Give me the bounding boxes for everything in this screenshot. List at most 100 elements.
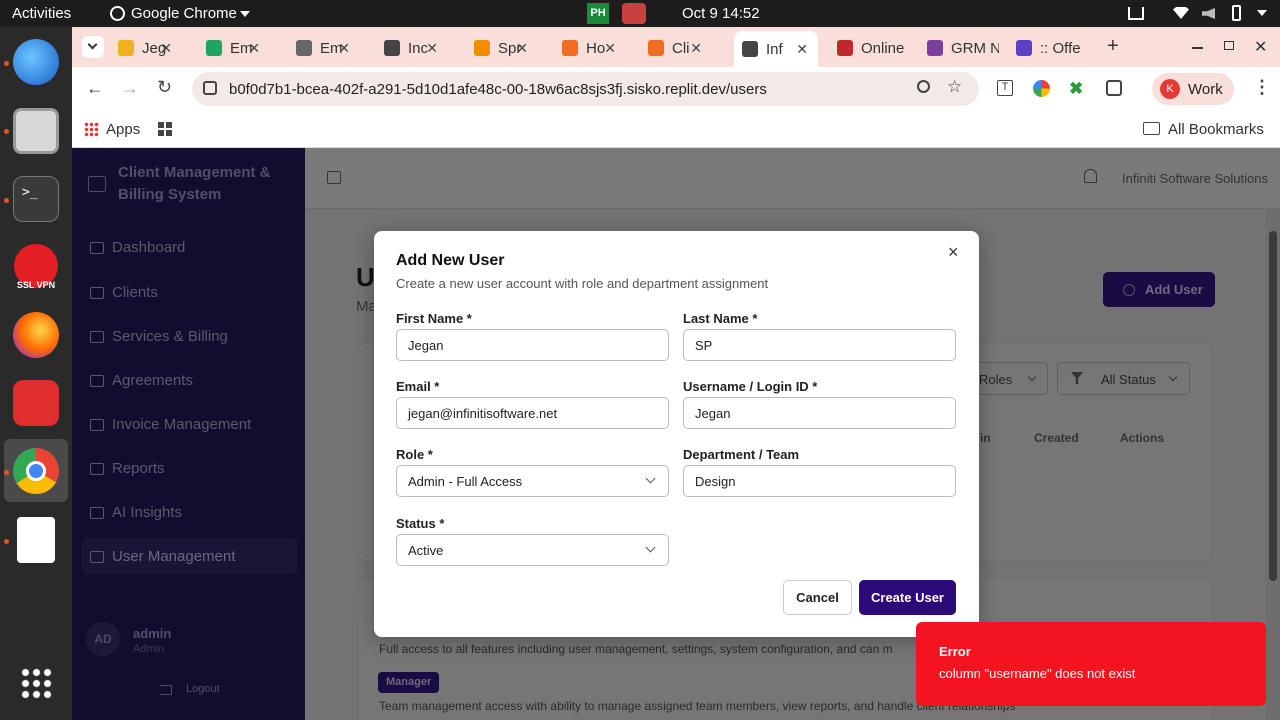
tab-favicon-icon xyxy=(837,40,853,56)
building-icon xyxy=(88,176,106,192)
dialog-title: Add New User xyxy=(396,252,505,269)
tab-7[interactable]: Inf ✕ xyxy=(734,31,818,67)
tools-extension-icon[interactable]: ✖ xyxy=(1069,79,1083,99)
color-extension-icon[interactable] xyxy=(1033,80,1050,97)
system-menu-caret-icon[interactable] xyxy=(1257,10,1267,16)
zoom-icon[interactable] xyxy=(917,80,930,93)
tab-6[interactable]: Cli ✕ xyxy=(640,33,712,63)
tab-search-button[interactable] xyxy=(82,36,104,58)
site-info-icon[interactable] xyxy=(203,81,217,95)
tab-label: Inf xyxy=(766,40,783,58)
sidebar-toggle-icon[interactable] xyxy=(327,171,341,184)
activities-button[interactable]: Activities xyxy=(12,5,71,22)
translate-extension-icon[interactable]: T xyxy=(997,80,1013,96)
pycharm-icon[interactable]: PH xyxy=(587,3,609,24)
toast-message: column "username" does not exist xyxy=(939,666,1136,681)
tray-indicator-icon[interactable] xyxy=(1128,7,1144,20)
folder-icon xyxy=(1143,122,1160,135)
volume-icon[interactable] xyxy=(1202,8,1215,19)
tab-favicon-icon xyxy=(742,41,758,57)
files-icon[interactable] xyxy=(13,108,59,154)
add-user-button[interactable]: Add User xyxy=(1103,272,1215,307)
reload-button[interactable]: ↻ xyxy=(157,77,172,98)
sidebar-item-user-management[interactable]: User Management xyxy=(90,548,235,565)
email-field[interactable]: jegan@infinitisoftware.net xyxy=(396,397,669,429)
sidebar-item-ai-insights[interactable]: AI Insights xyxy=(90,504,182,521)
app-title-line2: Billing System xyxy=(118,186,222,203)
tab-close-icon[interactable]: ✕ xyxy=(516,40,528,57)
username-input[interactable]: Jegan xyxy=(683,397,956,429)
rocketchat-icon[interactable] xyxy=(13,380,59,426)
tab-close-icon[interactable]: ✕ xyxy=(426,40,438,57)
text-editor-icon[interactable] xyxy=(17,517,55,563)
show-apps-icon[interactable] xyxy=(20,667,52,699)
forward-button[interactable]: → xyxy=(121,78,139,99)
address-bar[interactable]: b0f0d7b1-bcea-402f-a291-5d10d1afe48c-00-… xyxy=(192,72,979,106)
tab-groups-icon[interactable] xyxy=(158,122,172,136)
nav-icon xyxy=(90,330,104,343)
tab-9[interactable]: GRM N xyxy=(919,33,999,63)
new-tab-button[interactable]: + xyxy=(1107,35,1119,58)
tab-favicon-icon xyxy=(1016,40,1032,56)
terminal-icon[interactable]: >_ xyxy=(13,176,59,222)
logout-button[interactable]: Logout xyxy=(186,683,220,695)
tab-0[interactable]: Jeg ✕ xyxy=(110,33,182,63)
profile-chip[interactable]: K Work xyxy=(1152,73,1234,105)
close-icon[interactable]: × xyxy=(948,242,959,263)
sidebar-item-invoice-management[interactable]: Invoice Management xyxy=(90,416,251,433)
back-button[interactable]: ← xyxy=(86,78,104,99)
all-bookmarks-link[interactable]: All Bookmarks xyxy=(1168,121,1264,138)
bookmark-star-icon[interactable]: ☆ xyxy=(947,77,962,97)
firefox-icon[interactable] xyxy=(13,312,59,358)
tab-10[interactable]: :: Offe xyxy=(1008,33,1088,63)
tab-8[interactable]: Online xyxy=(829,33,909,63)
add-user-dialog: Add New User Create a new user account w… xyxy=(374,231,979,637)
status-filter[interactable]: All Status xyxy=(1057,362,1190,395)
chrome-dock-icon[interactable] xyxy=(13,448,59,494)
tab-close-icon[interactable]: ✕ xyxy=(690,40,702,57)
clock[interactable]: Oct 9 14:52 xyxy=(682,5,760,22)
app-menu[interactable]: Google Chrome xyxy=(131,5,237,22)
wifi-icon[interactable] xyxy=(1173,7,1189,19)
sidebar-item-agreements[interactable]: Agreements xyxy=(90,372,193,389)
tab-close-icon[interactable]: ✕ xyxy=(604,40,616,57)
last-name-input[interactable]: SP xyxy=(683,329,956,361)
tab-2[interactable]: Em ✕ xyxy=(288,33,360,63)
last-name-label: Last Name * xyxy=(683,311,758,326)
sidebar-item-label: Reports xyxy=(112,460,165,477)
tab-close-icon[interactable]: ✕ xyxy=(796,41,808,58)
dialog-subtitle: Create a new user account with role and … xyxy=(396,276,769,291)
create-user-button[interactable]: Create User xyxy=(859,580,956,615)
anydesk-icon[interactable] xyxy=(622,3,646,24)
sidebar-item-dashboard[interactable]: Dashboard xyxy=(90,239,185,256)
tab-5[interactable]: Ho ✕ xyxy=(554,33,626,63)
cancel-button[interactable]: Cancel xyxy=(783,580,852,615)
tab-1[interactable]: Em ✕ xyxy=(198,33,270,63)
close-window-button[interactable]: ✕ xyxy=(1254,37,1267,57)
restore-button[interactable] xyxy=(1224,41,1234,50)
tab-close-icon[interactable]: ✕ xyxy=(160,40,172,57)
status-select[interactable]: Active xyxy=(396,534,669,566)
sidebar-item-reports[interactable]: Reports xyxy=(90,460,165,477)
tab-favicon-icon xyxy=(296,40,312,56)
battery-icon[interactable] xyxy=(1232,5,1241,21)
bell-icon[interactable] xyxy=(1084,169,1097,183)
minimize-button[interactable] xyxy=(1192,47,1203,49)
tab-close-icon[interactable]: ✕ xyxy=(338,40,350,57)
toast-title: Error xyxy=(939,644,971,659)
tab-close-icon[interactable]: ✕ xyxy=(248,40,260,57)
extensions-puzzle-icon[interactable] xyxy=(1106,80,1122,96)
apps-link[interactable]: Apps xyxy=(106,121,140,138)
sidebar-item-clients[interactable]: Clients xyxy=(90,284,158,301)
role-select[interactable]: Admin - Full Access xyxy=(396,465,669,497)
tab-3[interactable]: Inc ✕ xyxy=(376,33,448,63)
department-input[interactable]: Design xyxy=(683,465,956,497)
tab-4[interactable]: Spr ✕ xyxy=(466,33,538,63)
thunderbird-icon[interactable] xyxy=(13,39,59,85)
apps-grid-icon[interactable] xyxy=(84,122,99,137)
scrollbar-thumb[interactable] xyxy=(1269,231,1277,581)
first-name-input[interactable]: Jegan xyxy=(396,329,669,361)
menu-kebab-icon[interactable]: ⋮ xyxy=(1253,77,1271,98)
page-scrollbar[interactable] xyxy=(1266,209,1280,720)
sidebar-item-services-billing[interactable]: Services & Billing xyxy=(90,328,228,345)
